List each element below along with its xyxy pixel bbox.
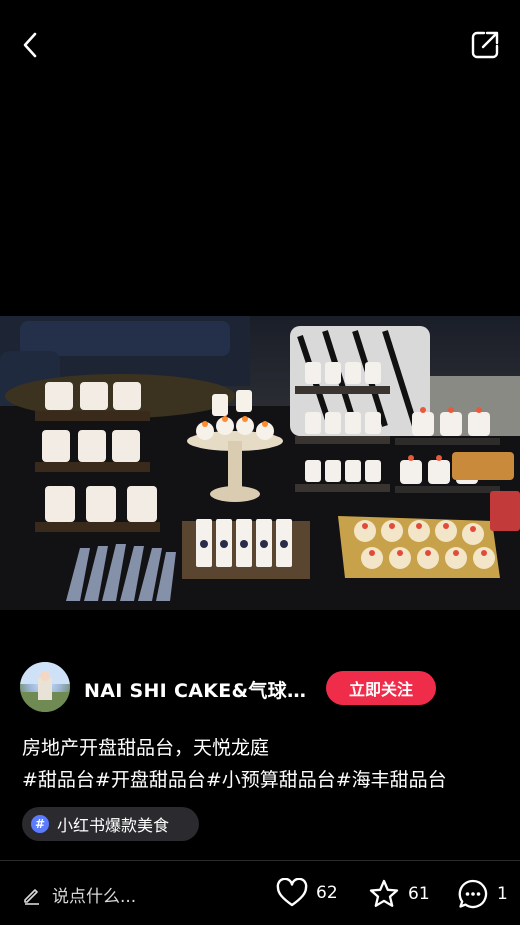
comment-count: 1 <box>497 884 508 904</box>
author-name[interactable]: NAI SHI CAKE&气球… <box>84 676 306 703</box>
bottom-action-bar: 说点什么... 62 61 1 <box>0 862 520 925</box>
follow-button[interactable]: 立即关注 <box>326 671 436 705</box>
comment-input[interactable]: 说点什么... <box>22 882 136 907</box>
pencil-icon <box>24 888 39 905</box>
heart-icon <box>276 878 308 907</box>
topic-label: 小红书爆款美食 <box>57 816 170 835</box>
dessert-table-illustration <box>0 316 520 610</box>
star-icon <box>369 879 399 907</box>
divider <box>0 860 520 861</box>
share-button[interactable] <box>468 28 502 62</box>
hashtag-icon: # <box>31 815 49 833</box>
collect-button[interactable]: 61 <box>368 878 430 910</box>
like-button[interactable]: 62 <box>276 878 338 908</box>
like-count: 62 <box>316 883 338 903</box>
topic-chip[interactable]: # 小红书爆款美食 <box>22 807 199 841</box>
post-photo[interactable] <box>0 316 520 610</box>
avatar-image <box>20 662 70 712</box>
top-bar <box>0 0 520 90</box>
back-arrow-icon <box>23 32 37 58</box>
comment-bubble-icon <box>458 879 488 909</box>
comment-button[interactable]: 1 <box>457 878 508 910</box>
share-icon <box>471 31 499 59</box>
collect-count: 61 <box>408 884 430 904</box>
author-row: NAI SHI CAKE&气球… 立即关注 <box>20 662 500 714</box>
post-title: 房地产开盘甜品台，天悦龙庭 <box>22 737 270 759</box>
post-hashtags[interactable]: #甜品台#开盘甜品台#小预算甜品台#海丰甜品台 <box>22 765 447 792</box>
back-button[interactable] <box>14 28 48 62</box>
comment-placeholder: 说点什么... <box>52 887 137 907</box>
avatar[interactable] <box>20 662 70 712</box>
